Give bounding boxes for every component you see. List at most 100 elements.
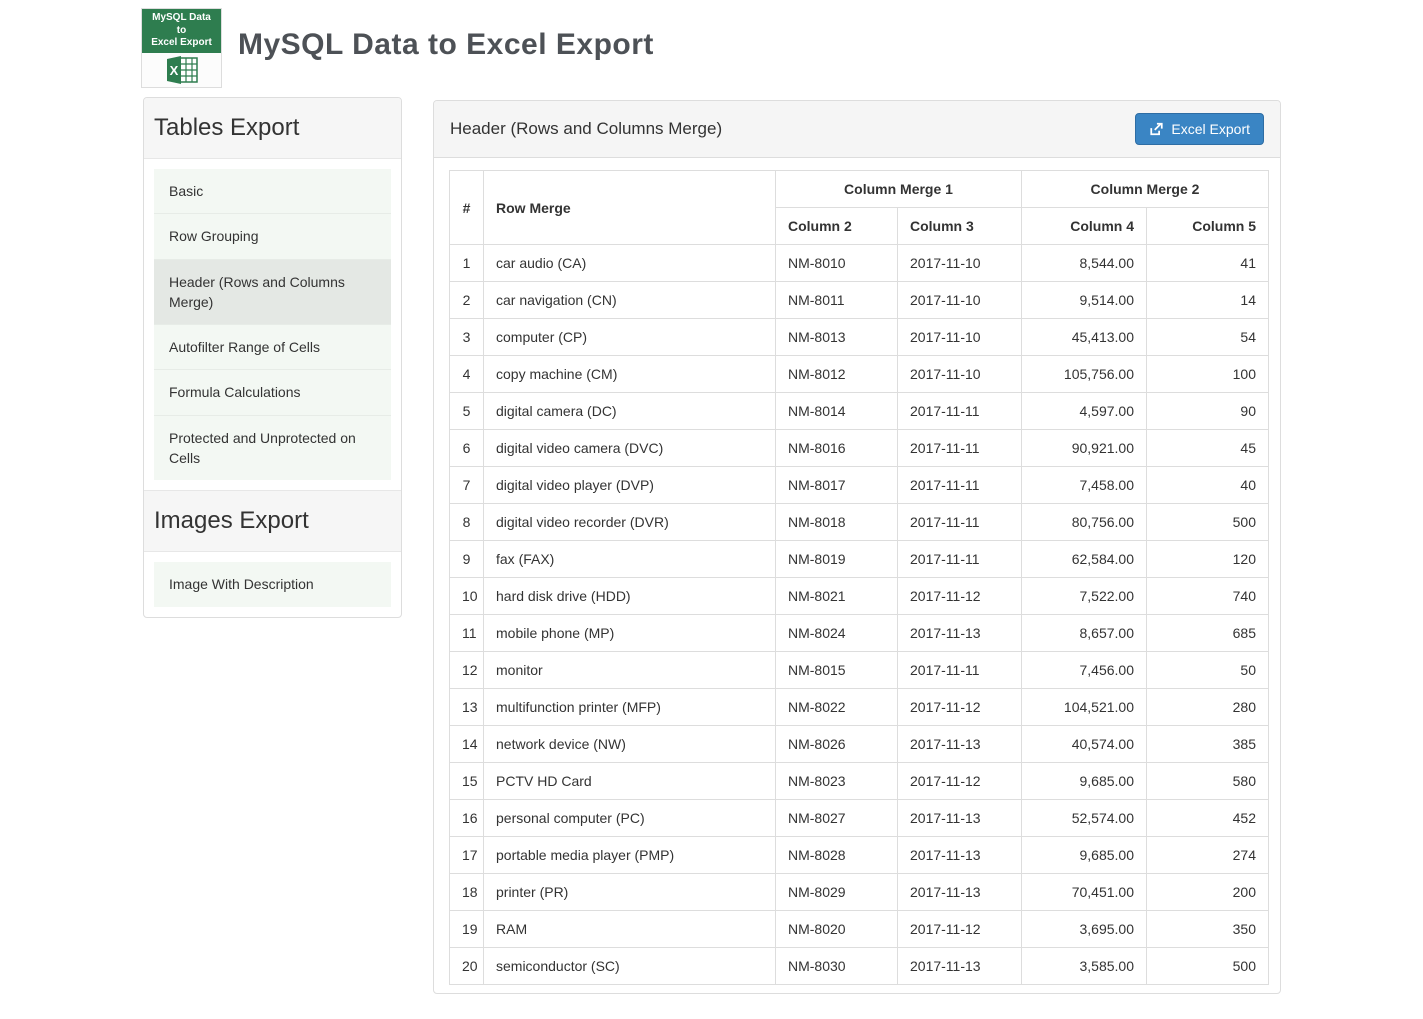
table-cell: monitor [484, 652, 776, 689]
table-cell: 9,514.00 [1022, 282, 1147, 319]
table-cell: NM-8026 [776, 726, 898, 763]
table-cell: 2017-11-13 [898, 837, 1022, 874]
table-cell: digital video recorder (DVR) [484, 504, 776, 541]
logo-badge: MySQL Data to Excel Export [142, 9, 221, 53]
table-row: 2car navigation (CN)NM-80112017-11-109,5… [450, 282, 1269, 319]
excel-export-button-label: Excel Export [1171, 121, 1250, 137]
table-cell: 2017-11-12 [898, 578, 1022, 615]
header-cell-column-merge-1: Column Merge 1 [776, 171, 1022, 208]
table-cell: NM-8010 [776, 245, 898, 282]
table-cell: hard disk drive (HDD) [484, 578, 776, 615]
app-logo: MySQL Data to Excel Export X [141, 8, 222, 88]
table-cell: 45,413.00 [1022, 319, 1147, 356]
logo-line1: MySQL Data [143, 12, 220, 25]
table-cell: 15 [450, 763, 484, 800]
table-row: 6digital video camera (DVC)NM-80162017-1… [450, 430, 1269, 467]
table-header: # Row Merge Column Merge 1 Column Merge … [450, 171, 1269, 245]
table-cell: NM-8016 [776, 430, 898, 467]
table-cell: NM-8013 [776, 319, 898, 356]
table-cell: 11 [450, 615, 484, 652]
table-cell: NM-8011 [776, 282, 898, 319]
sidebar-item-header-rows-columns-merge[interactable]: Header (Rows and Columns Merge) [154, 260, 391, 326]
table-cell: copy machine (CM) [484, 356, 776, 393]
table-cell: 40,574.00 [1022, 726, 1147, 763]
table-cell: NM-8017 [776, 467, 898, 504]
table-cell: 3,585.00 [1022, 948, 1147, 985]
header-cell-column-4: Column 4 [1022, 208, 1147, 245]
sidebar-item-formula-calculations[interactable]: Formula Calculations [154, 370, 391, 415]
table-cell: 685 [1147, 615, 1269, 652]
main-panel: Header (Rows and Columns Merge) Excel Ex… [433, 100, 1281, 994]
page: MySQL Data to Excel Export X MySQL Data … [0, 0, 1423, 1019]
table-cell: 7,458.00 [1022, 467, 1147, 504]
table-cell: 2017-11-13 [898, 800, 1022, 837]
excel-export-button[interactable]: Excel Export [1135, 113, 1264, 145]
table-cell: 10 [450, 578, 484, 615]
table-cell: NM-8015 [776, 652, 898, 689]
table-cell: NM-8014 [776, 393, 898, 430]
table-row: 3computer (CP)NM-80132017-11-1045,413.00… [450, 319, 1269, 356]
table-row: 11mobile phone (MP)NM-80242017-11-138,65… [450, 615, 1269, 652]
table-cell: digital video player (DVP) [484, 467, 776, 504]
table-cell: printer (PR) [484, 874, 776, 911]
table-cell: 7,456.00 [1022, 652, 1147, 689]
sidebar-section-title-images: Images Export [144, 490, 401, 552]
table-cell: 580 [1147, 763, 1269, 800]
header-cell-column-5: Column 5 [1147, 208, 1269, 245]
table-cell: portable media player (PMP) [484, 837, 776, 874]
table-cell: 5 [450, 393, 484, 430]
table-cell: 70,451.00 [1022, 874, 1147, 911]
table-cell: 19 [450, 911, 484, 948]
table-cell: 2017-11-13 [898, 726, 1022, 763]
header-cell-column-merge-2: Column Merge 2 [1022, 171, 1269, 208]
table-cell: fax (FAX) [484, 541, 776, 578]
table-cell: NM-8030 [776, 948, 898, 985]
table-cell: 4,597.00 [1022, 393, 1147, 430]
table-cell: 2017-11-11 [898, 393, 1022, 430]
table-cell: NM-8024 [776, 615, 898, 652]
sidebar-item-autofilter-range-of-cells[interactable]: Autofilter Range of Cells [154, 325, 391, 370]
sidebar-item-basic[interactable]: Basic [154, 169, 391, 214]
table-row: 8digital video recorder (DVR)NM-80182017… [450, 504, 1269, 541]
table-cell: 105,756.00 [1022, 356, 1147, 393]
table-cell: NM-8018 [776, 504, 898, 541]
table-cell: 16 [450, 800, 484, 837]
table-cell: 8,657.00 [1022, 615, 1147, 652]
table-row: 1car audio (CA)NM-80102017-11-108,544.00… [450, 245, 1269, 282]
sidebar: Tables Export BasicRow GroupingHeader (R… [143, 97, 402, 618]
data-table: # Row Merge Column Merge 1 Column Merge … [449, 170, 1269, 985]
table-cell: 8,544.00 [1022, 245, 1147, 282]
table-cell: 2017-11-11 [898, 467, 1022, 504]
table-cell: 9 [450, 541, 484, 578]
table-cell: 385 [1147, 726, 1269, 763]
table-cell: 2017-11-10 [898, 245, 1022, 282]
table-cell: 14 [1147, 282, 1269, 319]
table-row: 12monitorNM-80152017-11-117,456.0050 [450, 652, 1269, 689]
sidebar-item-image-with-description[interactable]: Image With Description [154, 562, 391, 606]
table-row: 17portable media player (PMP)NM-80282017… [450, 837, 1269, 874]
table-cell: 17 [450, 837, 484, 874]
table-cell: NM-8029 [776, 874, 898, 911]
sidebar-item-protected-unprotected-cells[interactable]: Protected and Unprotected on Cells [154, 416, 391, 481]
table-cell: 500 [1147, 504, 1269, 541]
table-cell: 2017-11-12 [898, 689, 1022, 726]
logo-line3: Excel Export [143, 37, 220, 50]
table-cell: 2017-11-10 [898, 282, 1022, 319]
table-cell: 2017-11-13 [898, 874, 1022, 911]
table-row: 13multifunction printer (MFP)NM-80222017… [450, 689, 1269, 726]
export-icon [1149, 122, 1164, 136]
table-cell: 2017-11-12 [898, 911, 1022, 948]
table-row: 7digital video player (DVP)NM-80172017-1… [450, 467, 1269, 504]
table-cell: 90 [1147, 393, 1269, 430]
table-cell: NM-8020 [776, 911, 898, 948]
sidebar-item-row-grouping[interactable]: Row Grouping [154, 214, 391, 259]
table-cell: 2017-11-12 [898, 763, 1022, 800]
table-cell: 2017-11-13 [898, 948, 1022, 985]
header-cell-num: # [450, 171, 484, 245]
table-cell: 274 [1147, 837, 1269, 874]
logo-line2: to [143, 25, 220, 38]
table-cell: 2017-11-11 [898, 430, 1022, 467]
table-cell: 2017-11-10 [898, 319, 1022, 356]
table-row: 16personal computer (PC)NM-80272017-11-1… [450, 800, 1269, 837]
table-cell: 200 [1147, 874, 1269, 911]
